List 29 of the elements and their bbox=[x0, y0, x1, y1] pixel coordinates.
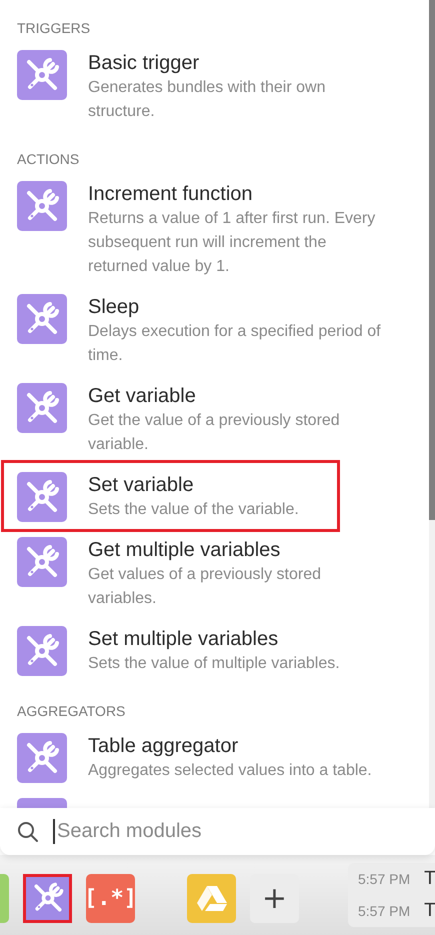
module-description: Sets the value of multiple variables. bbox=[88, 654, 341, 674]
drive-app-button[interactable] bbox=[187, 874, 236, 922]
drive-icon bbox=[196, 884, 226, 912]
search-field[interactable]: Search modules bbox=[53, 819, 379, 844]
module-title: Table aggregator bbox=[88, 734, 240, 759]
module-description: Get the value of a previously stored variable. bbox=[88, 411, 341, 455]
module-description: Returns a value of 1 after first run. Every subsequent run will increment the returned value by 1. bbox=[88, 209, 376, 277]
module-description: Delays execution for a specified period of time. bbox=[88, 322, 382, 366]
module-description: Get values of a previously stored variables. bbox=[88, 565, 322, 609]
module-title: Get variable bbox=[88, 384, 197, 409]
section-heading: ACTIONS bbox=[16, 150, 80, 169]
section-heading: AGGREGATORS bbox=[16, 702, 126, 721]
module-title: Sleep bbox=[88, 295, 140, 320]
log-time: 5:57 PM bbox=[358, 903, 410, 919]
log-time: 5:57 PM bbox=[358, 871, 410, 887]
log-message: T bbox=[424, 900, 435, 922]
module-title: Set multiple variables bbox=[88, 627, 280, 652]
module-description: Aggregates selected values into a table. bbox=[88, 761, 373, 781]
module-description: Sets the value of the variable. bbox=[88, 500, 300, 520]
log-message: T bbox=[424, 868, 435, 890]
search-icon bbox=[17, 820, 39, 842]
tools-app-button[interactable] bbox=[23, 874, 72, 922]
module-title: Get multiple variables bbox=[88, 538, 282, 563]
section-heading: TRIGGERS bbox=[16, 19, 92, 38]
module-title: Increment function bbox=[88, 182, 254, 207]
scrollbar-thumb[interactable] bbox=[429, 0, 435, 520]
module-title: Set variable bbox=[88, 473, 195, 498]
module-description: Generates bundles with their own structure. bbox=[88, 78, 326, 122]
module-title: Basic trigger bbox=[88, 51, 200, 76]
